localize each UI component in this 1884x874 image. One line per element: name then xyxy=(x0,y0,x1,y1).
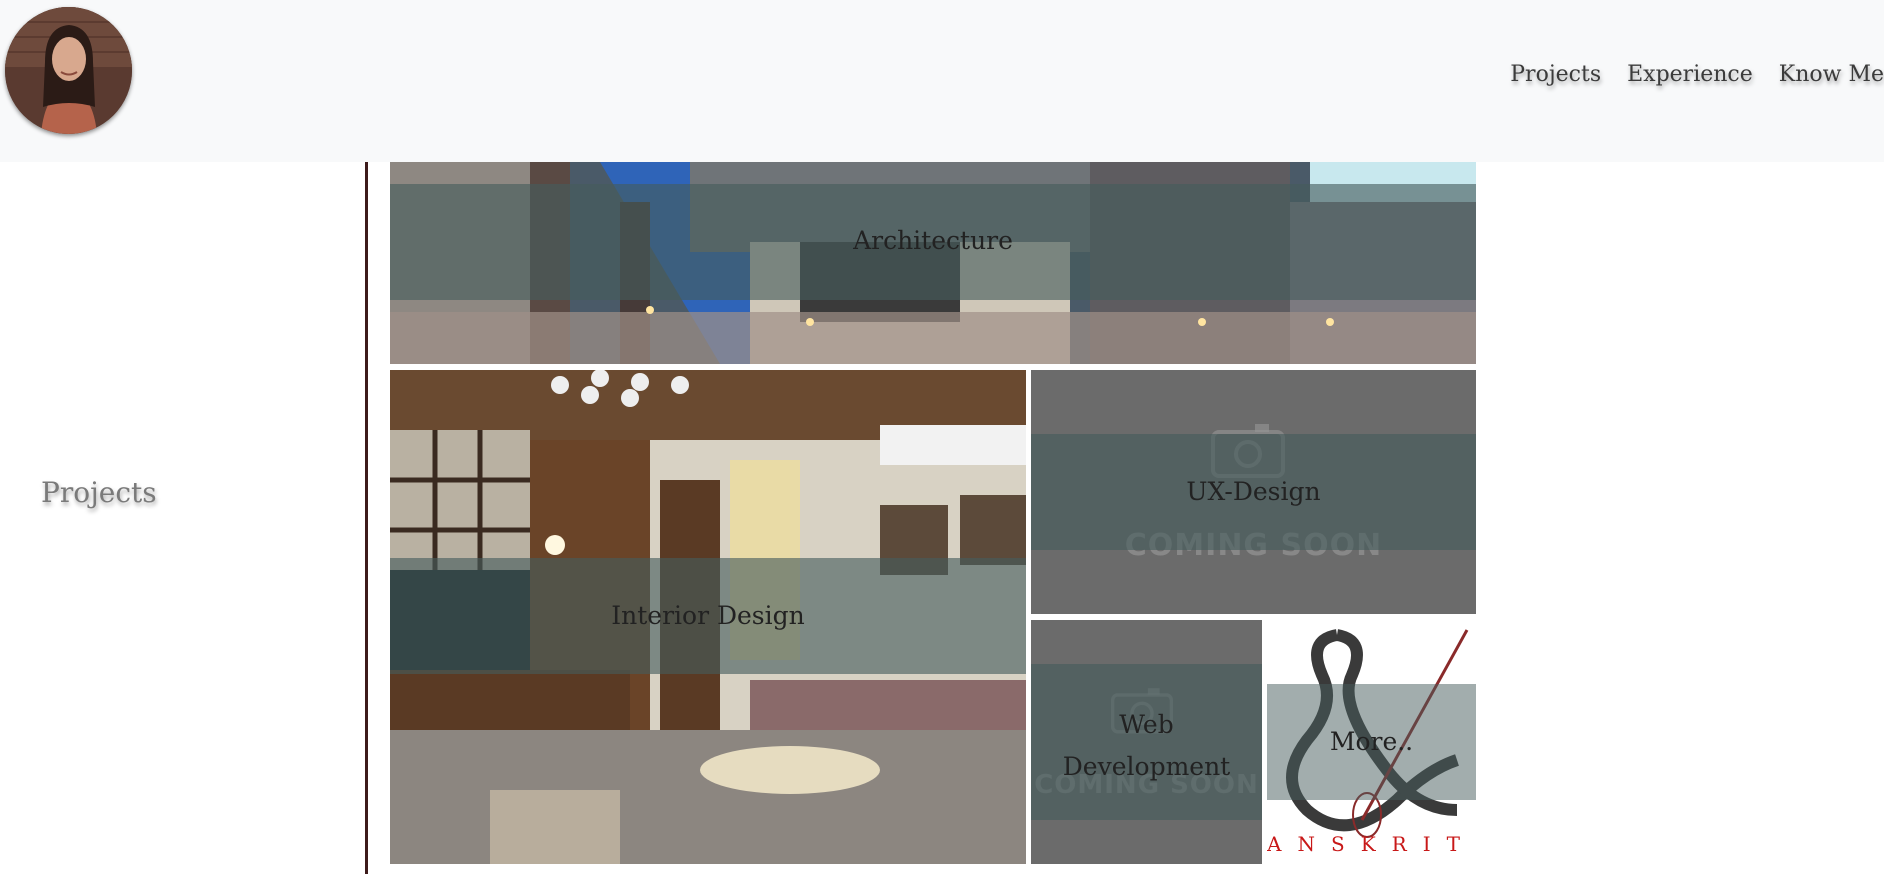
main-nav: Projects Experience Know Me xyxy=(1510,62,1884,87)
nav-know-me[interactable]: Know Me xyxy=(1779,62,1884,87)
divider-line xyxy=(365,162,368,874)
tile-interior-design[interactable]: Interior Design xyxy=(390,370,1026,864)
tile-web-development[interactable]: COMING SOON Web Development xyxy=(1031,620,1262,864)
tile-label-architecture: Architecture xyxy=(853,226,1013,255)
tile-label-ux-design: UX-Design xyxy=(1186,477,1321,506)
tile-more[interactable]: More.. ANSKRIT xyxy=(1267,620,1476,864)
nav-experience[interactable]: Experience xyxy=(1627,62,1753,87)
sanskrit-logo-text: ANSKRIT xyxy=(1267,832,1476,856)
portrait-image xyxy=(5,7,132,134)
tile-label-interior-design: Interior Design xyxy=(611,601,805,630)
tile-label-web-line2: Development xyxy=(1062,752,1231,781)
section-title: Projects xyxy=(41,476,157,509)
tile-architecture[interactable]: Architecture xyxy=(390,162,1476,364)
site-header: Projects Experience Know Me xyxy=(0,0,1884,162)
tile-label-web-line1: Web xyxy=(1119,710,1174,739)
tile-label-more: More.. xyxy=(1329,727,1414,756)
nav-projects[interactable]: Projects xyxy=(1510,62,1601,87)
avatar[interactable] xyxy=(5,7,132,134)
tile-ux-design[interactable]: COMING SOON UX-Design xyxy=(1031,370,1476,614)
